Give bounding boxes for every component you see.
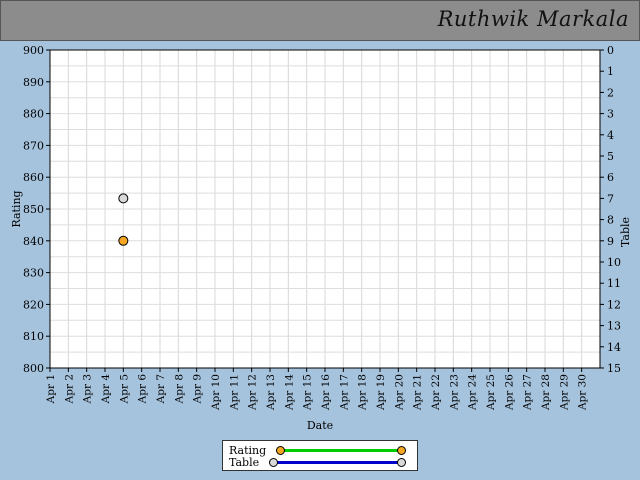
left-axis: 800 810 820 830 840 850 860 870 880 890 900 xyxy=(23,44,50,375)
left-tick-label: 820 xyxy=(23,298,44,311)
x-tick-label: Apr 14 xyxy=(283,374,295,411)
x-tick-label: Apr 7 xyxy=(155,374,167,404)
x-tick-label: Apr 30 xyxy=(577,374,589,411)
right-tick-label: 15 xyxy=(607,362,621,375)
right-tick-label: 8 xyxy=(607,214,614,227)
left-tick-label: 880 xyxy=(23,108,44,121)
right-tick-label: 9 xyxy=(607,235,614,248)
legend-label-table: Table xyxy=(229,456,260,469)
x-tick-label: Apr 23 xyxy=(448,374,460,411)
right-tick-label: 0 xyxy=(607,44,614,57)
chart-grid xyxy=(50,49,600,369)
x-tick-label: Apr 10 xyxy=(210,374,222,411)
x-tick-label: Apr 19 xyxy=(375,374,387,411)
x-tick-label: Apr 8 xyxy=(173,374,185,404)
x-tick-label: Apr 17 xyxy=(338,374,350,411)
left-tick-label: 890 xyxy=(23,76,44,89)
x-tick-label: Apr 18 xyxy=(357,374,369,411)
x-tick-label: Apr 5 xyxy=(118,374,130,404)
rating-chart: 800810820830840850860870880890900 012345… xyxy=(10,44,632,432)
left-tick-label: 840 xyxy=(23,235,44,248)
x-tick-label: Apr 27 xyxy=(522,374,534,411)
x-tick-label: Apr 21 xyxy=(412,374,424,411)
right-tick-label: 12 xyxy=(607,298,621,311)
right-tick-label: 10 xyxy=(607,256,621,269)
x-tick-label: Apr 1 xyxy=(45,374,57,404)
left-tick-label: 850 xyxy=(23,203,44,216)
x-tick-label: Apr 22 xyxy=(430,374,442,411)
data-point-rating xyxy=(118,235,129,246)
right-axis: 0123456789101112131415 xyxy=(600,44,621,375)
x-tick-label: Apr 4 xyxy=(100,374,112,405)
right-tick-label: 3 xyxy=(607,108,614,121)
y-axis-label: Rating xyxy=(10,190,23,227)
x-tick-label: Apr 3 xyxy=(82,374,94,404)
x-axis-label: Date xyxy=(307,419,333,432)
left-tick-label: 860 xyxy=(23,171,44,184)
x-tick-label: Apr 2 xyxy=(63,374,75,404)
legend-line-rating xyxy=(279,449,403,452)
left-tick-label: 900 xyxy=(23,44,44,57)
x-tick-label: Apr 12 xyxy=(247,374,259,411)
left-tick-label: 830 xyxy=(23,267,44,280)
y2-axis-label: Table xyxy=(619,217,632,247)
legend-line-table xyxy=(273,461,403,464)
x-tick-label: Apr 6 xyxy=(137,374,149,405)
legend-marker-rating-end xyxy=(397,446,406,455)
right-tick-label: 13 xyxy=(607,320,621,333)
right-tick-label: 1 xyxy=(607,65,614,78)
legend-marker-table-end xyxy=(397,458,406,467)
left-tick-label: 810 xyxy=(23,330,44,343)
x-tick-label: Apr 11 xyxy=(228,374,240,411)
x-tick-label: Apr 28 xyxy=(540,374,552,411)
legend: Rating Table xyxy=(222,440,418,471)
right-tick-label: 11 xyxy=(607,277,621,290)
x-tick-label: Apr 26 xyxy=(503,374,515,411)
x-tick-label: Apr 29 xyxy=(558,374,570,411)
x-tick-label: Apr 16 xyxy=(320,374,332,411)
x-axis: Apr 1 Apr 2 Apr 3 Apr 4 Apr 5 Apr 6 Apr 7 Apr 8… xyxy=(45,368,589,411)
left-tick-label: 870 xyxy=(23,139,44,152)
right-tick-label: 7 xyxy=(607,192,614,205)
legend-marker-rating-start xyxy=(276,446,285,455)
left-tick-label: 800 xyxy=(23,362,44,375)
x-tick-label: Apr 25 xyxy=(485,374,497,411)
x-tick-label: Apr 13 xyxy=(265,374,277,411)
legend-marker-table-start xyxy=(269,458,278,467)
x-tick-label: Apr 15 xyxy=(302,374,314,411)
right-tick-label: 4 xyxy=(607,129,614,142)
x-tick-label: Apr 20 xyxy=(393,374,405,411)
right-tick-label: 6 xyxy=(607,171,614,184)
x-tick-label: Apr 9 xyxy=(192,374,204,404)
data-point-table xyxy=(118,193,129,204)
x-tick-label: Apr 24 xyxy=(467,374,479,411)
right-tick-label: 5 xyxy=(607,150,614,163)
right-tick-label: 2 xyxy=(607,86,614,99)
right-tick-label: 14 xyxy=(607,341,621,354)
